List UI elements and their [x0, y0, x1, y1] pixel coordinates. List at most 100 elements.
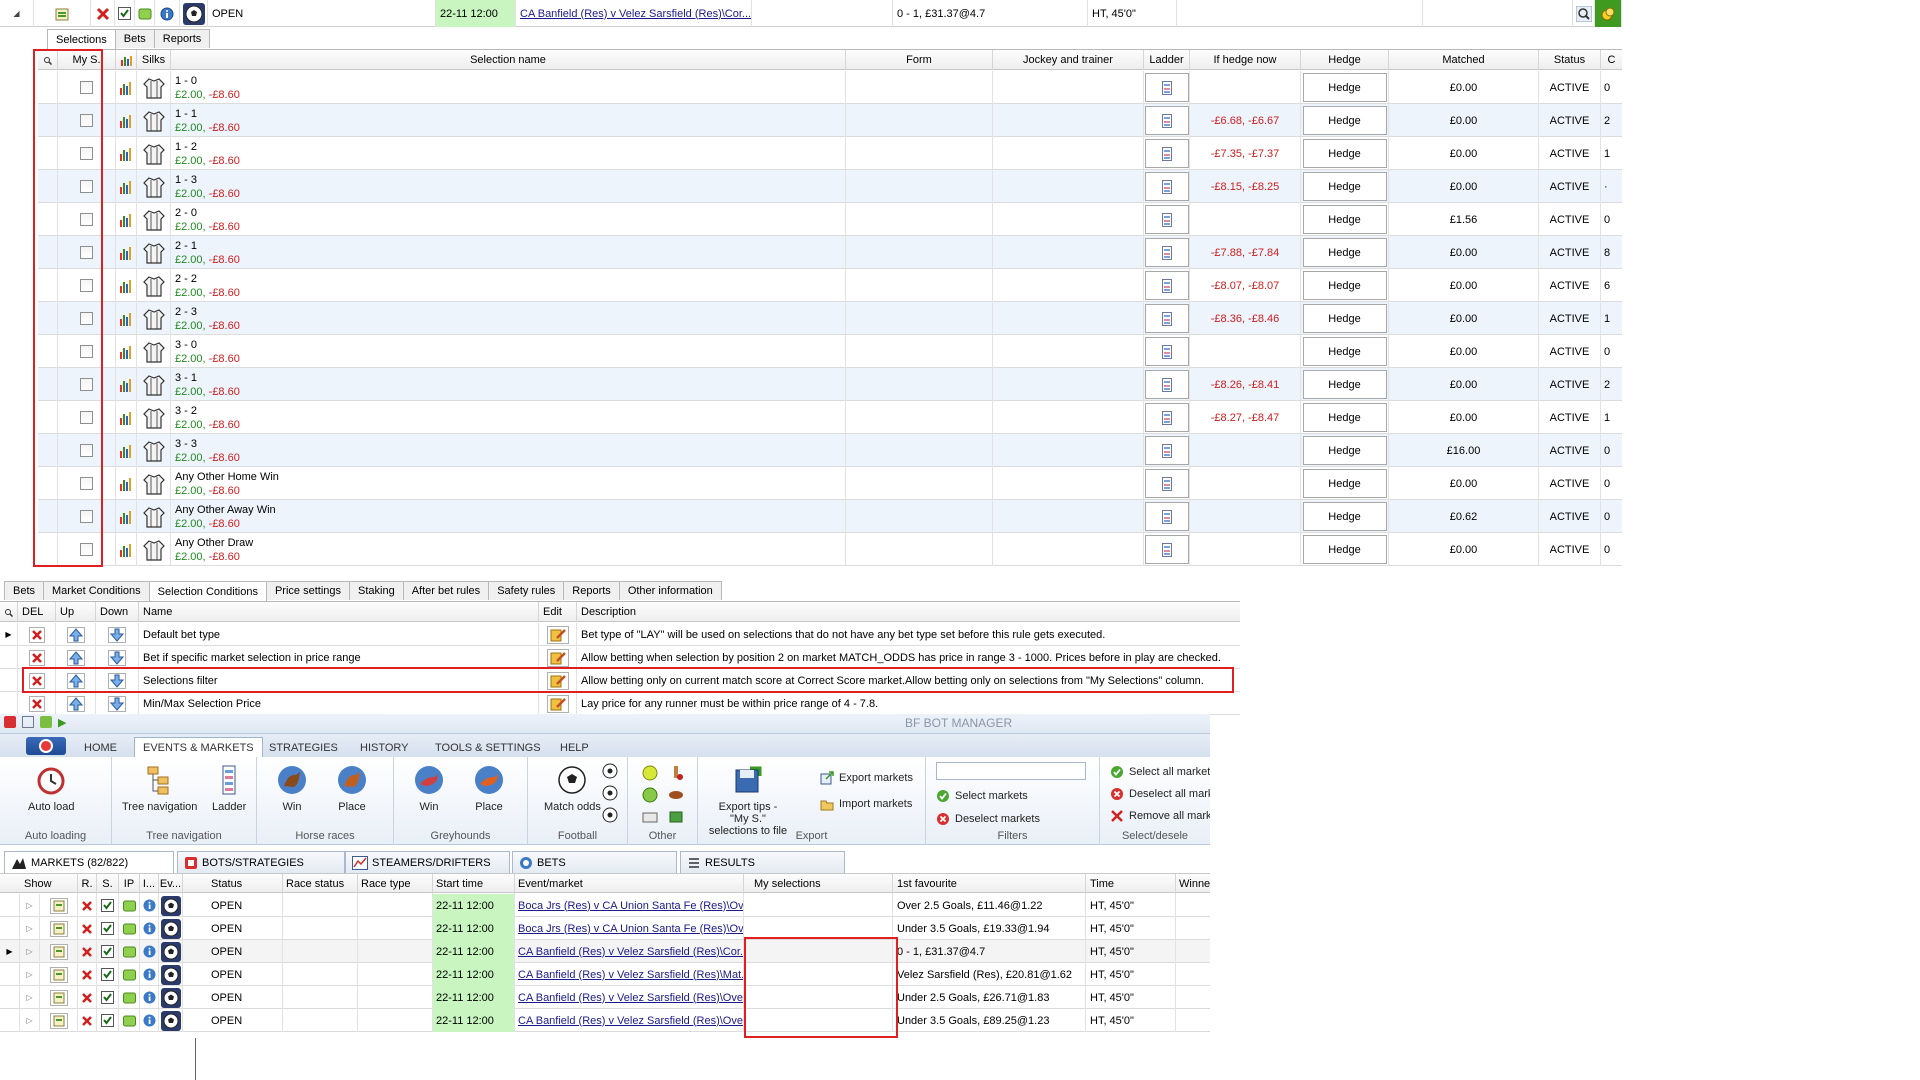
show-market-icon[interactable]: [49, 1012, 68, 1029]
market-event-link[interactable]: CA Banfield (Res) v Velez Sarsfield (Res…: [516, 0, 752, 27]
market-row[interactable]: ▷ OPEN 22-11 12:00 Boca Jrs (Res) v CA Unio…: [0, 894, 1210, 917]
my-selection-cell[interactable]: [58, 467, 116, 500]
market-remove-cell[interactable]: [78, 1009, 97, 1032]
my-selection-checkbox[interactable]: [80, 147, 93, 160]
markets-column-i[interactable]: I...: [140, 874, 159, 894]
column-my-selections[interactable]: My S.: [58, 50, 116, 70]
chart-cell[interactable]: [116, 434, 137, 467]
chart-cell[interactable]: [116, 401, 137, 434]
market-event-cell[interactable]: CA Banfield (Res) v Velez Sarsfield (Res…: [515, 963, 744, 986]
my-selection-checkbox[interactable]: [80, 312, 93, 325]
market-show-cell[interactable]: [40, 917, 78, 940]
column-form[interactable]: Form: [846, 50, 993, 70]
market-row[interactable]: ▷ OPEN 22-11 12:00 CA Banfield (Res) v Vele…: [0, 1009, 1210, 1032]
ladder-open-button[interactable]: [1144, 238, 1189, 267]
market-select-cell[interactable]: [97, 894, 119, 917]
search-market-button[interactable]: [1573, 0, 1595, 27]
market-row[interactable]: ▷ OPEN 22-11 12:00 Boca Jrs (Res) v CA Unio…: [0, 917, 1210, 940]
ladder-cell[interactable]: [1144, 236, 1190, 269]
rules-column-edit[interactable]: Edit: [539, 602, 577, 622]
ladder-cell[interactable]: [1144, 467, 1190, 500]
rule-row[interactable]: Bet if specific market selection in pric…: [0, 646, 1240, 669]
ladder-open-button[interactable]: [1144, 139, 1189, 168]
rule-edit-cell[interactable]: [539, 669, 577, 692]
market-expand-cell[interactable]: ▷: [20, 940, 40, 963]
rules-column-del[interactable]: DEL: [18, 602, 56, 622]
markets-column-my-selections[interactable]: My selections: [744, 874, 893, 894]
coins-icon[interactable]: [1600, 6, 1616, 22]
bar-chart-icon[interactable]: [119, 246, 133, 260]
bar-chart-icon[interactable]: [119, 81, 133, 95]
ladder-cell[interactable]: [1144, 500, 1190, 533]
my-selection-cell[interactable]: [58, 368, 116, 401]
market-info-icon[interactable]: [143, 991, 156, 1004]
delete-rule-icon[interactable]: [28, 626, 45, 643]
market-remove-cell[interactable]: [78, 963, 97, 986]
edit-rule-icon[interactable]: [546, 671, 569, 690]
edit-rule-icon[interactable]: [546, 694, 569, 713]
hedge-button[interactable]: Hedge: [1302, 370, 1387, 399]
market-remove-cell[interactable]: [78, 894, 97, 917]
remove-cell[interactable]: [91, 0, 115, 27]
markets-column-ip[interactable]: IP: [119, 874, 140, 894]
chart-cell[interactable]: [116, 104, 137, 137]
ladder-open-button[interactable]: [1144, 205, 1189, 234]
hedge-button[interactable]: Hedge: [1302, 403, 1387, 432]
remove-icon[interactable]: [95, 6, 111, 22]
tab-results[interactable]: RESULTS: [680, 851, 845, 873]
quick-mail-icon[interactable]: [22, 716, 34, 728]
bar-chart-icon[interactable]: [119, 279, 133, 293]
ribbon-tab-help[interactable]: HELP: [552, 737, 597, 758]
show-market-icon[interactable]: [49, 897, 68, 914]
hedge-button[interactable]: Hedge: [1302, 271, 1387, 300]
tab-other-information[interactable]: Other information: [618, 581, 722, 600]
bar-chart-icon[interactable]: [119, 114, 133, 128]
market-event-cell[interactable]: CA Banfield (Res) v Velez Sarsfield (Res…: [515, 986, 744, 1009]
chart-cell[interactable]: [116, 368, 137, 401]
move-up-icon[interactable]: [66, 695, 85, 712]
export-markets-button[interactable]: Export markets: [820, 771, 913, 785]
info-icon[interactable]: [159, 6, 175, 22]
market-show-cell[interactable]: [40, 986, 78, 1009]
my-selection-cell[interactable]: [58, 170, 116, 203]
tab-selection-conditions[interactable]: Selection Conditions: [148, 581, 267, 601]
deselect-markets-button[interactable]: Deselect markets: [936, 812, 1040, 826]
my-selection-cell[interactable]: [58, 269, 116, 302]
ladder-cell[interactable]: [1144, 302, 1190, 335]
chart-cell[interactable]: [116, 203, 137, 236]
hedge-cell[interactable]: Hedge: [1301, 533, 1389, 566]
move-down-icon[interactable]: [108, 649, 126, 666]
chart-cell[interactable]: [116, 269, 137, 302]
move-up-icon[interactable]: [66, 649, 85, 666]
remove-market-icon[interactable]: [81, 946, 93, 958]
football-small-ball-2-icon[interactable]: [602, 785, 618, 801]
bar-chart-icon[interactable]: [119, 444, 133, 458]
hedge-button[interactable]: Hedge: [1302, 304, 1387, 333]
selection-row[interactable]: Any Other Home Win £2.00, -£8.60 Hedge £0.0…: [38, 467, 1622, 500]
market-expand-cell[interactable]: ▷: [20, 1009, 40, 1032]
markets-column-event[interactable]: Event/market: [515, 874, 744, 894]
splitter-line[interactable]: [195, 1038, 196, 1080]
expand-triangle-icon[interactable]: ▷: [26, 970, 32, 979]
remove-market-icon[interactable]: [81, 969, 93, 981]
basketball-icon[interactable]: [642, 809, 658, 825]
market-info-cell[interactable]: [140, 1009, 159, 1032]
my-selection-cell[interactable]: [58, 137, 116, 170]
ladder-open-button[interactable]: [1144, 172, 1189, 201]
show-cell[interactable]: [34, 0, 91, 27]
rule-edit-cell[interactable]: [539, 692, 577, 715]
market-info-cell[interactable]: [140, 940, 159, 963]
money-button[interactable]: [1595, 0, 1622, 27]
market-event-cell[interactable]: CA Banfield (Res) v Velez Sarsfield (Res…: [515, 940, 744, 963]
hedge-cell[interactable]: Hedge: [1301, 137, 1389, 170]
hedge-button[interactable]: Hedge: [1302, 172, 1387, 201]
tennis-icon[interactable]: [642, 765, 658, 781]
ladder-cell[interactable]: [1144, 533, 1190, 566]
tree-navigation-button[interactable]: Tree navigation: [122, 763, 197, 813]
remove-market-icon[interactable]: [81, 992, 93, 1004]
column-hedge[interactable]: Hedge: [1301, 50, 1389, 70]
bar-chart-icon[interactable]: [119, 345, 133, 359]
market-event-cell[interactable]: Boca Jrs (Res) v CA Union Santa Fe (Res)…: [515, 917, 744, 940]
expand-toggle[interactable]: ◢: [0, 0, 34, 27]
market-row[interactable]: ▶ ▷ OPEN 22-11 12:00 CA Banfield (Res) v Vel…: [0, 940, 1210, 963]
